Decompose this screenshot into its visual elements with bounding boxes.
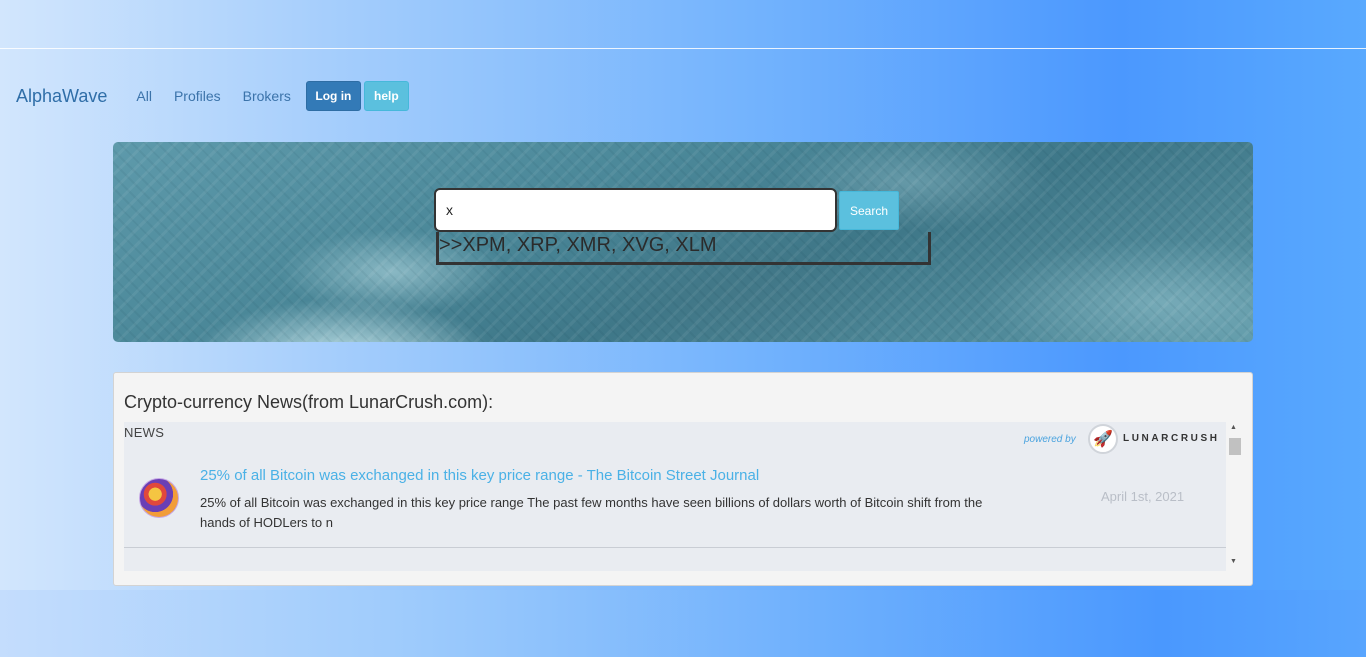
login-button[interactable]: Log in	[305, 81, 361, 111]
search-suggestions[interactable]: >>XPM, XRP, XMR, XVG, XLM	[436, 232, 931, 265]
news-description: 25% of all Bitcoin was exchanged in this…	[200, 495, 983, 530]
news-scrollbar[interactable]: ▲ ▼	[1228, 422, 1241, 571]
help-button[interactable]: help	[363, 81, 409, 111]
news-source-avatar	[139, 478, 179, 518]
rocket-icon[interactable]: 🚀	[1088, 424, 1118, 454]
nav-link-brokers[interactable]: Brokers	[243, 88, 291, 104]
nav-link-profiles[interactable]: Profiles	[174, 88, 221, 104]
scroll-up-arrow-icon[interactable]: ▲	[1230, 424, 1237, 431]
scroll-thumb[interactable]	[1229, 438, 1241, 455]
scroll-down-arrow-icon[interactable]: ▼	[1230, 558, 1237, 565]
header-divider	[0, 48, 1366, 49]
navbar: AlphaWave All Profiles Brokers Log in he…	[16, 81, 409, 111]
search-input[interactable]: x	[434, 188, 837, 232]
lunarcrush-logo-text[interactable]: LUNARCRUSH	[1123, 433, 1220, 444]
news-panel-title: Crypto-currency News(from LunarCrush.com…	[124, 392, 494, 412]
search-button[interactable]: Search	[839, 191, 899, 230]
news-panel: Crypto-currency News(from LunarCrush.com…	[113, 372, 1253, 586]
news-section-label: NEWS	[124, 425, 165, 440]
news-item[interactable]: 25% of all Bitcoin was exchanged in this…	[124, 458, 1226, 548]
powered-by-text: powered by	[1024, 434, 1076, 445]
news-widget: NEWS powered by 🚀 LUNARCRUSH 25% of all …	[124, 422, 1226, 571]
news-date: April 1st, 2021	[1101, 489, 1185, 504]
news-title-link[interactable]: 25% of all Bitcoin was exchanged in this…	[200, 467, 759, 484]
brand-link[interactable]: AlphaWave	[16, 86, 107, 107]
nav-link-all[interactable]: All	[136, 88, 152, 104]
footer-background	[0, 590, 1366, 657]
hero-banner: x Search >>XPM, XRP, XMR, XVG, XLM	[113, 142, 1253, 342]
